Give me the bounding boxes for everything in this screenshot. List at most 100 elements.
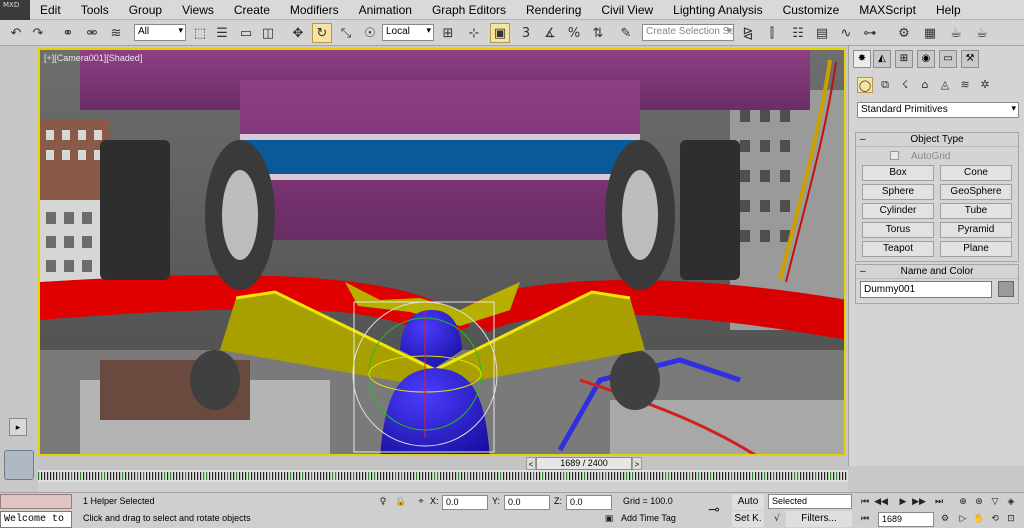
menu-maxscript[interactable]: MAXScript [849,0,926,20]
utilities-tab-icon[interactable]: ⚒ [961,50,979,68]
maximize-viewport-icon[interactable]: ⊡ [1004,512,1018,526]
rect-selection-icon[interactable]: ▭ [236,23,256,43]
redo-icon[interactable]: ↷ [28,23,48,43]
pyramid-button[interactable]: Pyramid [940,222,1012,238]
shapes-icon[interactable]: ⧉ [877,77,893,93]
menu-edit[interactable]: Edit [30,0,71,20]
menu-civil-view[interactable]: Civil View [591,0,663,20]
zoom-extents-all-icon[interactable]: ◈ [1004,495,1018,509]
y-coordinate-input[interactable]: 0.0 [504,495,550,510]
layer-manager-icon[interactable]: ☷ [788,23,808,43]
mirror-icon[interactable]: ⧎ [738,23,758,43]
add-time-tag[interactable]: Add Time Tag [618,512,698,527]
isolate-selection-icon[interactable]: ♀ [376,495,390,509]
key-filters-button[interactable]: Filters... [786,511,852,527]
place-icon[interactable]: ☉ [360,23,380,43]
spinner-snap-icon[interactable]: ⇅ [588,23,608,43]
menu-views[interactable]: Views [172,0,224,20]
key-mode-icon[interactable]: ⏮ [858,512,872,526]
mini-listener-input[interactable]: Welcome to [0,511,72,528]
teapot-button[interactable]: Teapot [862,241,934,257]
viewport-label[interactable]: [+][Camera001][Shaded] [44,53,142,63]
camera-viewport[interactable]: [+][Camera001][Shaded] [38,48,846,456]
menu-tools[interactable]: Tools [71,0,119,20]
selection-lock-icon[interactable]: 🔒 [394,495,408,509]
render-icon[interactable]: ☕ [946,23,966,43]
time-config-icon[interactable]: ⚙ [938,512,952,526]
torus-button[interactable]: Torus [862,222,934,238]
window-crossing-icon[interactable]: ◫ [258,23,278,43]
percent-snap-icon[interactable]: % [564,23,584,43]
auto-key-button[interactable]: Auto [732,494,764,510]
zoom-all-icon[interactable]: ⊛ [972,495,986,509]
next-frame-icon[interactable]: ▶▶ [912,495,926,509]
scale-icon[interactable]: ⤡ [336,23,356,43]
key-filter-dropdown[interactable]: Selected [768,494,852,509]
schematic-view-icon[interactable]: ⊶ [860,23,880,43]
maxscript-listener-button[interactable] [4,450,34,480]
expand-track-icon[interactable]: ▸ [9,418,27,436]
geometry-icon[interactable]: ◯ [857,77,873,93]
current-frame-input[interactable]: 1689 [878,512,934,527]
absolute-mode-icon[interactable]: ⌖ [414,495,428,509]
previous-frame-icon[interactable]: ◀◀ [874,495,888,509]
keyboard-shortcut-override-icon[interactable]: ▣ [490,23,510,43]
pan-icon[interactable]: ✋ [972,512,986,526]
box-button[interactable]: Box [862,165,934,181]
key-tangent-icon[interactable]: √ [770,512,784,526]
motion-tab-icon[interactable]: ◉ [917,50,935,68]
key-track[interactable] [38,470,848,482]
snap-toggle-icon[interactable]: 3 [516,23,536,43]
move-icon[interactable]: ✥ [288,23,308,43]
go-to-start-icon[interactable]: ⏮ [858,495,872,509]
render-setup-icon[interactable]: ⚙ [894,23,914,43]
time-slider-thumb[interactable]: 1689 / 2400 [536,457,632,470]
object-name-input[interactable]: Dummy001 [860,281,992,298]
edit-named-selection-icon[interactable]: ✎ [616,23,636,43]
menu-modifiers[interactable]: Modifiers [280,0,349,20]
mini-listener-output[interactable] [0,494,72,509]
plane-button[interactable]: Plane [940,241,1012,257]
time-slider-track[interactable]: < 1689 / 2400 > [38,456,848,470]
bind-space-warp-icon[interactable]: ≋ [106,23,126,43]
app-logo[interactable]: MXD [0,0,30,20]
timeline[interactable]: 0 200 400 600 800 1000 1200 1400 1600 18… [38,470,848,500]
cameras-icon[interactable]: ⌂ [917,77,933,93]
prev-frame-arrow-icon[interactable]: < [526,457,536,470]
menu-animation[interactable]: Animation [349,0,422,20]
cone-button[interactable]: Cone [940,165,1012,181]
align-icon[interactable]: ⫿ [762,23,782,43]
tube-button[interactable]: Tube [940,203,1012,219]
geosphere-button[interactable]: GeoSphere [940,184,1012,200]
link-icon[interactable]: ⚭ [58,23,78,43]
select-by-name-icon[interactable]: ☰ [212,23,232,43]
object-type-header[interactable]: – Object Type [856,133,1018,147]
menu-rendering[interactable]: Rendering [516,0,591,20]
pivot-center-icon[interactable]: ⊞ [438,23,458,43]
set-key-icon[interactable]: ⊸ [704,503,724,517]
zoom-icon[interactable]: ⊕ [956,495,970,509]
rotate-icon[interactable]: ↻ [312,23,332,43]
systems-icon[interactable]: ✲ [977,77,993,93]
display-tab-icon[interactable]: ▭ [939,50,957,68]
unlink-icon[interactable]: ⚮ [82,23,102,43]
select-manipulate-icon[interactable]: ⊹ [464,23,484,43]
menu-lighting-analysis[interactable]: Lighting Analysis [663,0,772,20]
named-selection-dropdown[interactable]: Create Selection Se ▾ [642,24,734,41]
menu-help[interactable]: Help [926,0,971,20]
cylinder-button[interactable]: Cylinder [862,203,934,219]
orbit-icon[interactable]: ⟲ [988,512,1002,526]
next-frame-arrow-icon[interactable]: > [632,457,642,470]
zoom-extents-icon[interactable]: ▽ [988,495,1002,509]
create-tab-icon[interactable]: ✸ [853,50,871,68]
select-object-icon[interactable]: ⬚ [190,23,210,43]
rendered-frame-icon[interactable]: ▦ [920,23,940,43]
lights-icon[interactable]: ☇ [897,77,913,93]
angle-snap-icon[interactable]: ∡ [540,23,560,43]
undo-icon[interactable]: ↶ [6,23,26,43]
reference-coord-dropdown[interactable]: Local ▾ [382,24,434,41]
render-iterative-icon[interactable]: ☕ [972,23,992,43]
time-tag-icon[interactable]: ▣ [602,512,616,526]
ribbon-icon[interactable]: ▤ [812,23,832,43]
sphere-button[interactable]: Sphere [862,184,934,200]
